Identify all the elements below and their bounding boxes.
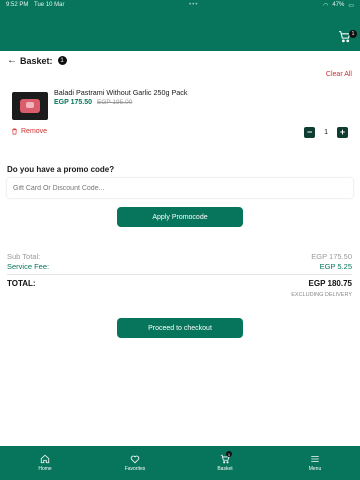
product-price: EGP 175.50 [54,99,93,106]
remove-item-button[interactable]: Remove [11,128,47,135]
clear-all-link[interactable]: Clear All [326,71,352,78]
bottom-navigation: Home Favorites 1 Basket Menu [0,446,360,480]
heart-icon [130,455,140,464]
service-fee-value: EGP 5.25 [319,262,352,271]
home-icon [40,454,50,464]
total-row: TOTAL: EGP 180.75 [7,279,352,288]
nav-home[interactable]: Home [0,446,90,480]
summary-divider [7,274,352,275]
nav-menu-label: Menu [308,466,322,472]
trash-icon [12,128,17,135]
subtotal-row: Sub Total: EGP 175.50 [7,252,352,261]
nav-menu[interactable]: Menu [270,446,360,480]
nav-basket-label: Basket [217,466,233,472]
status-battery: 47% [332,2,345,8]
status-date: Tue 10 Mar [34,2,65,8]
wifi-icon: ◠ [323,2,329,9]
total-value: EGP 180.75 [308,279,352,288]
service-fee-label: Service Fee: [7,262,50,271]
app-header: 9:52 PM Tue 10 Mar ••• ◠ 47% ▭ 1 [0,0,360,51]
multitask-dots-icon: ••• [189,2,199,8]
decrease-quantity-button[interactable]: − [304,127,316,138]
product-old-price: EGP 195.00 [97,99,133,106]
subtotal-value: EGP 175.50 [311,252,352,261]
nav-favorites-label: Favorites [124,466,146,472]
header-cart-button[interactable]: 1 [338,30,357,44]
promo-code-input[interactable] [7,178,353,198]
service-fee-row: Service Fee: EGP 5.25 [7,262,352,271]
basket-count-badge: 1 [57,56,67,65]
excluding-delivery-note: EXCLUDING DELIVERY [291,292,352,298]
battery-icon: ▭ [348,2,354,9]
nav-home-label: Home [38,466,52,472]
status-bar: 9:52 PM Tue 10 Mar ••• ◠ 47% ▭ [0,0,360,10]
quantity-value: 1 [324,129,328,136]
total-label: TOTAL: [7,279,36,288]
product-price-row: EGP 175.50 EGP 195.00 [54,99,132,106]
product-name[interactable]: Baladi Pastrami Without Garlic 250g Pack [54,88,187,97]
basket-heading: ← Basket: 1 [7,55,67,66]
subtotal-label: Sub Total: [7,252,41,261]
nav-basket-badge: 1 [226,451,232,457]
nav-basket[interactable]: 1 Basket [180,446,270,480]
checkout-button[interactable]: Proceed to checkout [117,318,243,338]
nav-favorites[interactable]: Favorites [90,446,180,480]
apply-promocode-button[interactable]: Apply Promocode [117,207,243,227]
quantity-stepper: − 1 + [304,127,348,138]
promo-question: Do you have a promo code? [7,165,115,174]
page-title: Basket: [20,55,53,66]
hamburger-menu-icon [311,456,319,462]
back-arrow-icon[interactable]: ← [7,55,17,66]
increase-quantity-button[interactable]: + [337,127,348,138]
cart-count-badge: 1 [349,30,357,38]
status-time: 9:52 PM [6,2,29,8]
product-image [12,92,48,120]
remove-label: Remove [21,128,48,135]
